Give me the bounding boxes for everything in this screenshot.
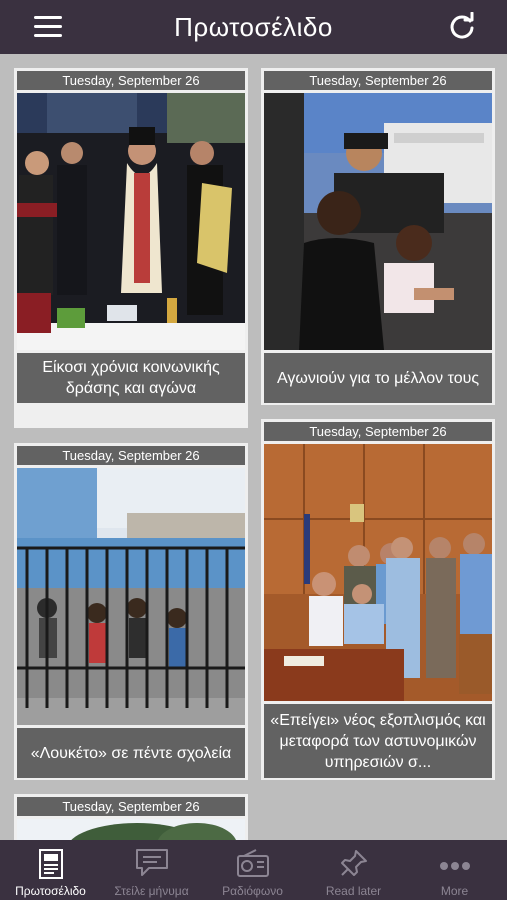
refresh-icon[interactable]: [447, 11, 477, 42]
newspaper-icon: [38, 848, 64, 885]
tab-label: More: [440, 884, 469, 898]
article-card[interactable]: Tuesday, September 26: [261, 419, 495, 780]
article-image: [264, 93, 492, 350]
article-title: Αγωνιούν για το μέλλον τους: [264, 353, 492, 403]
tab-label: Read later: [325, 884, 382, 898]
article-image: [17, 93, 245, 350]
article-title: «Επείγει» νέος εξοπλισμός και μεταφορά τ…: [264, 704, 492, 778]
article-title: Είκοσι χρόνια κοινωνικής δράσης και αγών…: [17, 353, 245, 403]
message-icon: [135, 848, 169, 883]
article-image: [17, 819, 245, 840]
article-feed[interactable]: Tuesday, September 26 Είκοσι χρόνια κοιν…: [0, 54, 507, 840]
article-date: Tuesday, September 26: [17, 797, 245, 816]
radio-icon: [236, 848, 270, 883]
article-image: [17, 468, 245, 725]
article-title: «Λουκέτο» σε πέντε σχολεία: [17, 728, 245, 778]
top-app-bar: Πρωτοσέλιδο: [0, 0, 507, 54]
tab-label: Πρωτοσέλιδο: [15, 884, 86, 898]
article-date: Tuesday, September 26: [17, 446, 245, 465]
article-image: [264, 444, 492, 701]
article-card[interactable]: Tuesday, September 26: [14, 68, 248, 428]
tab-label: Στείλε μήνυμα: [114, 884, 189, 898]
page-title: Πρωτοσέλιδο: [174, 12, 333, 42]
tab-more[interactable]: More: [404, 840, 505, 900]
pin-icon: [339, 848, 369, 883]
tab-radio[interactable]: Ραδιόφωνο: [202, 840, 303, 900]
article-card[interactable]: Tuesday, September 26 Αγωνιούν για το μέ…: [261, 68, 495, 405]
article-date: Tuesday, September 26: [17, 71, 245, 90]
article-date: Tuesday, September 26: [264, 71, 492, 90]
more-dots-icon: [439, 858, 471, 876]
tab-send-message[interactable]: Στείλε μήνυμα: [101, 840, 202, 900]
article-date: Tuesday, September 26: [264, 422, 492, 441]
tab-front-page[interactable]: Πρωτοσέλιδο: [0, 840, 101, 900]
tab-label: Ραδιόφωνο: [222, 884, 283, 898]
article-card[interactable]: Tuesday, September 26: [14, 443, 248, 780]
tab-read-later[interactable]: Read later: [303, 840, 404, 900]
bottom-tab-bar: Πρωτοσέλιδο Στείλε μήνυμα Ραδιόφωνο Read…: [0, 840, 507, 900]
article-card[interactable]: Tuesday, September 26: [14, 794, 248, 840]
